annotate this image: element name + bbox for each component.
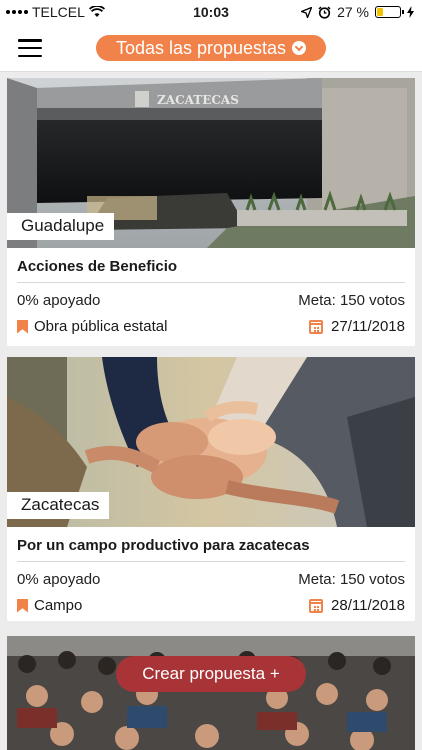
proposal-photo-tunnel: ZACATECAS Guadalupe xyxy=(7,78,415,248)
create-proposal-label: Crear propuesta + xyxy=(142,664,280,683)
location-tag: Zacatecas xyxy=(7,492,110,519)
hamburger-menu-icon[interactable] xyxy=(18,39,42,57)
proposal-card[interactable]: ZACATECAS Guadalupe Acciones de Benefici… xyxy=(7,78,415,346)
category-label: Obra pública estatal xyxy=(34,318,168,335)
date-label: 28/11/2018 xyxy=(331,597,405,614)
proposal-card[interactable] xyxy=(7,636,415,750)
tunnel-sign-text: ZACATECAS xyxy=(157,93,239,107)
location-tag: Guadalupe xyxy=(7,213,115,240)
proposal-title: Acciones de Beneficio xyxy=(17,258,178,275)
alarm-icon xyxy=(318,5,331,19)
calendar-icon xyxy=(309,319,324,334)
card-divider xyxy=(17,282,405,283)
date-label: 27/11/2018 xyxy=(331,318,405,335)
create-proposal-button[interactable]: Crear propuesta + xyxy=(116,656,306,692)
vote-goal: Meta: 150 votos xyxy=(298,292,405,309)
proposal-card[interactable]: Zacatecas Por un campo productivo para z… xyxy=(7,357,415,621)
filter-label: Todas las propuestas xyxy=(115,37,287,58)
calendar-icon xyxy=(309,598,324,613)
location-arrow-icon xyxy=(301,6,313,18)
proposal-photo-hands: Zacatecas xyxy=(7,357,415,527)
category-label: Campo xyxy=(34,597,83,614)
proposal-filter-dropdown[interactable]: Todas las propuestas xyxy=(96,35,326,61)
card-divider xyxy=(17,561,405,562)
category: Campo xyxy=(17,597,82,614)
battery-percent: 27 % xyxy=(337,4,369,20)
support-percent: 0% apoyado xyxy=(17,292,101,309)
chevron-down-icon xyxy=(292,41,307,55)
charging-bolt-icon xyxy=(407,6,414,18)
app-header: Todas las propuestas xyxy=(0,24,422,72)
battery-icon xyxy=(375,6,404,18)
support-percent: 0% apoyado xyxy=(17,571,101,588)
proposal-photo-crowd xyxy=(7,636,415,750)
proposal-date: 27/11/2018 xyxy=(309,318,405,335)
proposal-date: 28/11/2018 xyxy=(309,597,405,614)
status-bar: TELCEL 10:03 27 % xyxy=(0,0,422,24)
category: Obra pública estatal xyxy=(17,318,167,335)
status-right: 27 % xyxy=(301,4,414,20)
bookmark-icon xyxy=(17,319,28,334)
vote-goal: Meta: 150 votos xyxy=(298,571,405,588)
bookmark-icon xyxy=(17,598,28,613)
proposal-title: Por un campo productivo para zacatecas xyxy=(17,537,310,554)
